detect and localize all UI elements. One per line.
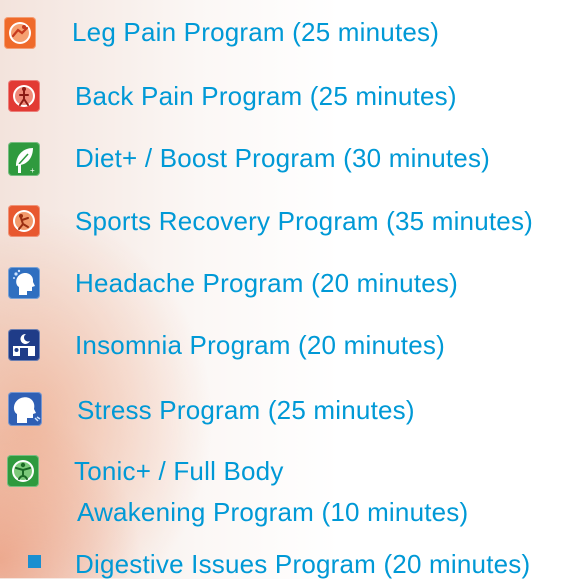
diet-boost-icon: + — [8, 142, 40, 176]
program-label: Leg Pain Program (25 minutes) — [72, 17, 440, 47]
program-label-line2: Awakening Program (10 minutes) — [77, 497, 469, 527]
program-label: Diet+ / Boost Program (30 minutes) — [75, 143, 491, 173]
leg-pain-icon — [4, 17, 36, 49]
sports-recovery-icon — [8, 205, 40, 237]
back-pain-icon — [8, 80, 40, 112]
tonic-full-body-icon — [7, 455, 39, 487]
program-label: Digestive Issues Program (20 minutes) — [75, 549, 531, 579]
program-label: Stress Program (25 minutes) — [77, 395, 415, 425]
program-label: Insomnia Program (20 minutes) — [75, 330, 445, 360]
bullet-icon — [28, 555, 41, 568]
stress-icon — [8, 392, 42, 426]
program-label: Headache Program (20 minutes) — [75, 268, 458, 298]
program-label: Sports Recovery Program (35 minutes) — [75, 206, 534, 236]
insomnia-icon — [8, 329, 40, 361]
svg-text:+: + — [30, 166, 35, 175]
program-label: Back Pain Program (25 minutes) — [75, 81, 457, 111]
headache-icon — [8, 267, 40, 299]
program-label-line1: Tonic+ / Full Body — [74, 456, 284, 486]
